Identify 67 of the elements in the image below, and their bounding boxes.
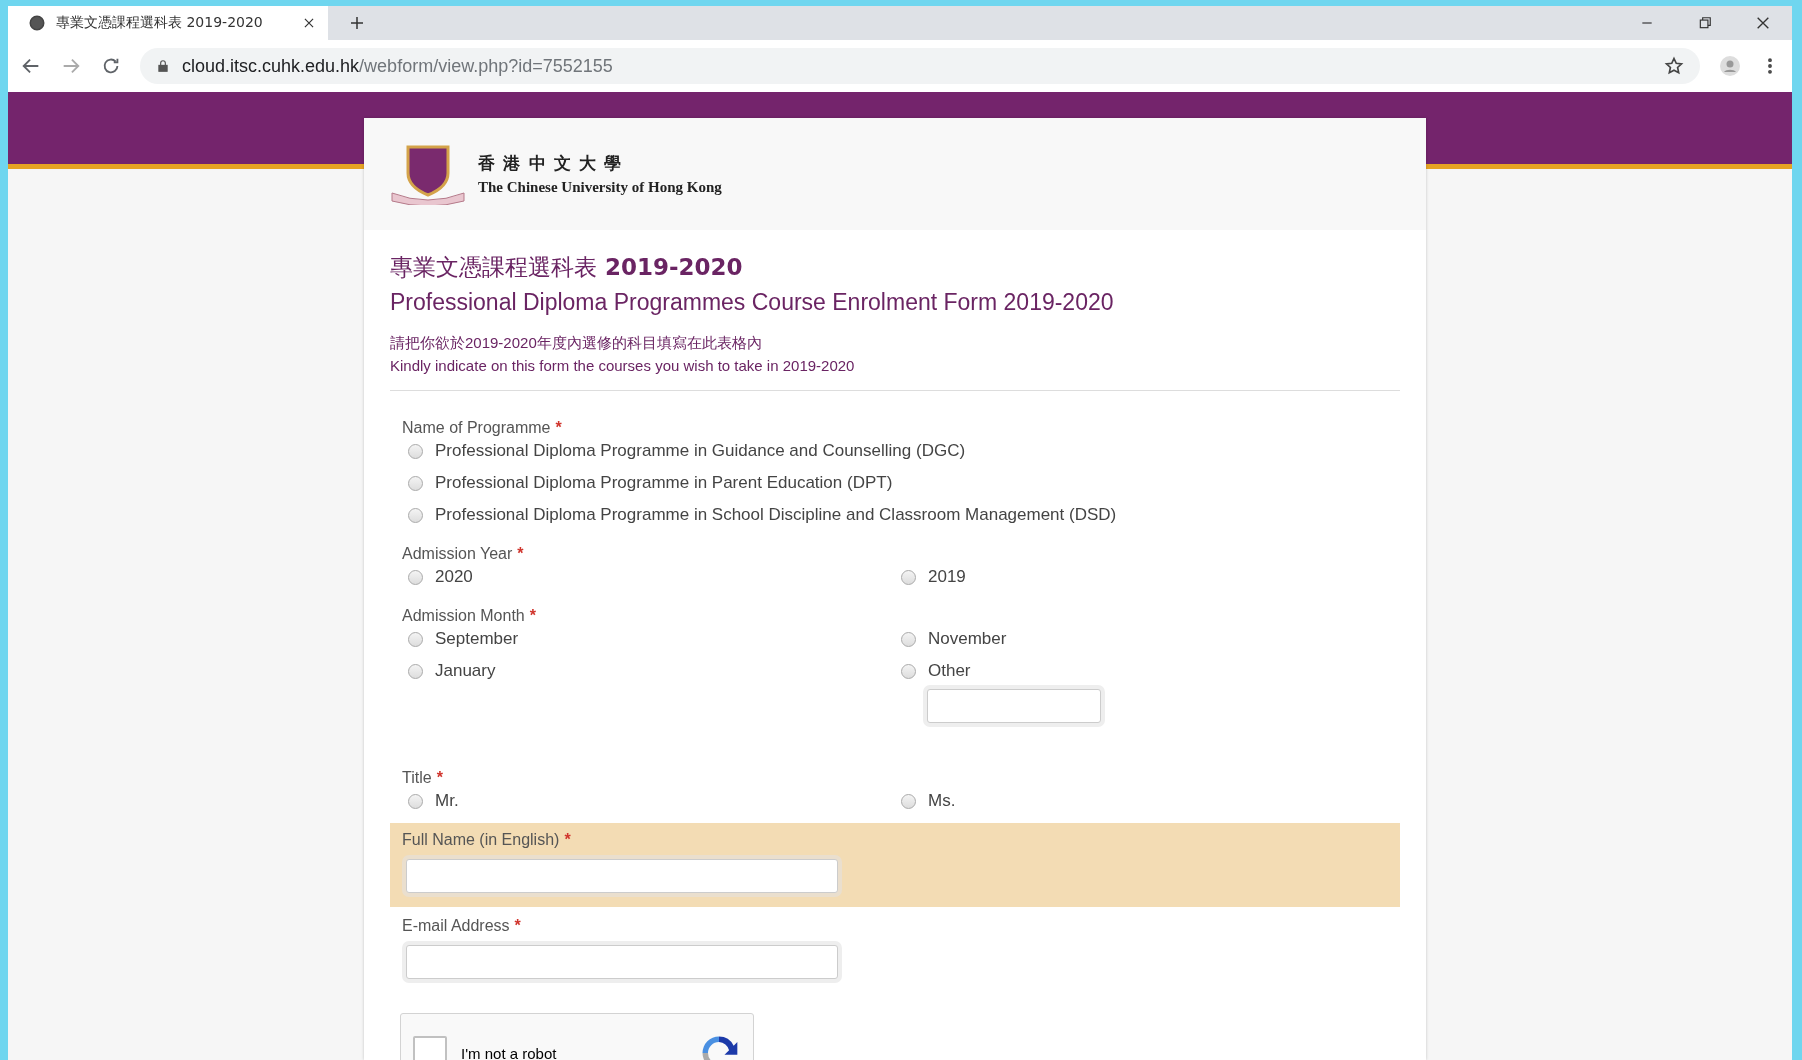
option-label: Professional Diploma Programme in Parent Education (DPT) — [435, 473, 893, 493]
radio-button-icon[interactable] — [408, 631, 423, 647]
radio-button-icon[interactable] — [408, 793, 423, 809]
field-label: Admission Month — [402, 607, 525, 625]
radio-button-icon[interactable] — [901, 793, 916, 809]
radio-button-icon[interactable] — [901, 631, 916, 647]
field-label: E-mail Address — [402, 917, 510, 935]
option-label: 2020 — [435, 567, 473, 587]
required-mark: * — [517, 545, 524, 563]
close-icon[interactable] — [302, 16, 316, 30]
radio-option[interactable]: January — [402, 661, 895, 681]
lock-icon — [156, 59, 170, 73]
option-label: Professional Diploma Programme in School Discipline and Classroom Management (DSD) — [435, 505, 1117, 525]
radio-button-icon[interactable] — [901, 569, 916, 585]
tab-title: 專業文憑課程選科表 2019-2020 — [56, 14, 264, 32]
radio-button-icon[interactable] — [408, 475, 423, 491]
radio-option[interactable]: Professional Diploma Programme in Parent Education (DPT) — [402, 473, 1388, 493]
text-input-field[interactable] — [406, 945, 838, 979]
radio-option[interactable]: 2020 — [402, 567, 895, 587]
option-label: Ms. — [928, 791, 956, 811]
text-input-field[interactable] — [406, 859, 838, 893]
radio-option[interactable]: Other — [895, 661, 1388, 681]
option-label: Mr. — [435, 791, 459, 811]
intro-english: Kindly indicate on this form the courses you wish to take in 2019-2020 — [390, 357, 856, 374]
captcha-label: I'm not a robot — [461, 1044, 558, 1060]
option-label: Other — [928, 661, 971, 681]
required-mark: * — [555, 419, 562, 437]
url-text: cloud.itsc.cuhk.edu.hk/webform/view.php?id=7552155 — [182, 55, 613, 77]
university-name-chinese: 香 港 中 文 大 學 — [478, 153, 625, 175]
option-label: November — [928, 629, 1007, 649]
radio-button-icon[interactable] — [408, 569, 423, 585]
star-icon[interactable] — [1664, 56, 1684, 76]
radio-button-icon[interactable] — [901, 663, 916, 679]
field-label: Name of Programme — [402, 419, 551, 437]
radio-option[interactable]: November — [895, 629, 1388, 649]
radio-option[interactable]: September — [402, 629, 895, 649]
form-title-english: Professional Diploma Programmes Course Enrolment Form 2019-2020 — [390, 289, 1115, 316]
radio-option[interactable]: Professional Diploma Programme in School Discipline and Classroom Management (DSD) — [402, 505, 1388, 525]
option-label: 2019 — [928, 567, 966, 587]
other-input-field[interactable] — [927, 689, 1101, 723]
radio-button-icon[interactable] — [408, 663, 423, 679]
required-mark: * — [529, 607, 536, 625]
radio-option[interactable]: Professional Diploma Programme in Guidance and Counselling (DGC) — [402, 441, 1388, 461]
profile-icon[interactable] — [1718, 54, 1742, 78]
field-label: Full Name (in English) — [402, 831, 560, 849]
radio-button-icon[interactable] — [408, 507, 423, 523]
plus-icon[interactable] — [348, 14, 366, 32]
required-mark: * — [564, 831, 571, 849]
option-label: Professional Diploma Programme in Guidance and Counselling (DGC) — [435, 441, 966, 461]
intro-chinese: 請把你欲於2019-2020年度內選修的科目填寫在此表格內 — [390, 334, 763, 353]
form-title-chinese: 專業文憑課程選科表 — [390, 253, 597, 282]
browser-tab[interactable]: 專業文憑課程選科表 2019-2020 — [8, 6, 328, 40]
crest-logo-icon — [390, 143, 466, 205]
option-label: September — [435, 629, 519, 649]
radio-option[interactable]: Ms. — [895, 791, 1388, 811]
radio-button-icon[interactable] — [408, 443, 423, 459]
radio-option[interactable]: Mr. — [402, 791, 895, 811]
radio-option[interactable]: 2019 — [895, 567, 1388, 587]
required-mark: * — [514, 917, 521, 935]
form-title-year: 2019-2020 — [605, 254, 743, 280]
university-name-english: The Chinese University of Hong Kong — [478, 179, 722, 196]
address-bar[interactable]: cloud.itsc.cuhk.edu.hk/webform/view.php?id=7552155 — [140, 48, 1700, 84]
captcha-checkbox[interactable] — [413, 1036, 447, 1060]
required-mark: * — [436, 769, 443, 787]
field-label: Admission Year — [402, 545, 513, 563]
option-label: January — [435, 661, 496, 681]
field-label: Title — [402, 769, 432, 787]
